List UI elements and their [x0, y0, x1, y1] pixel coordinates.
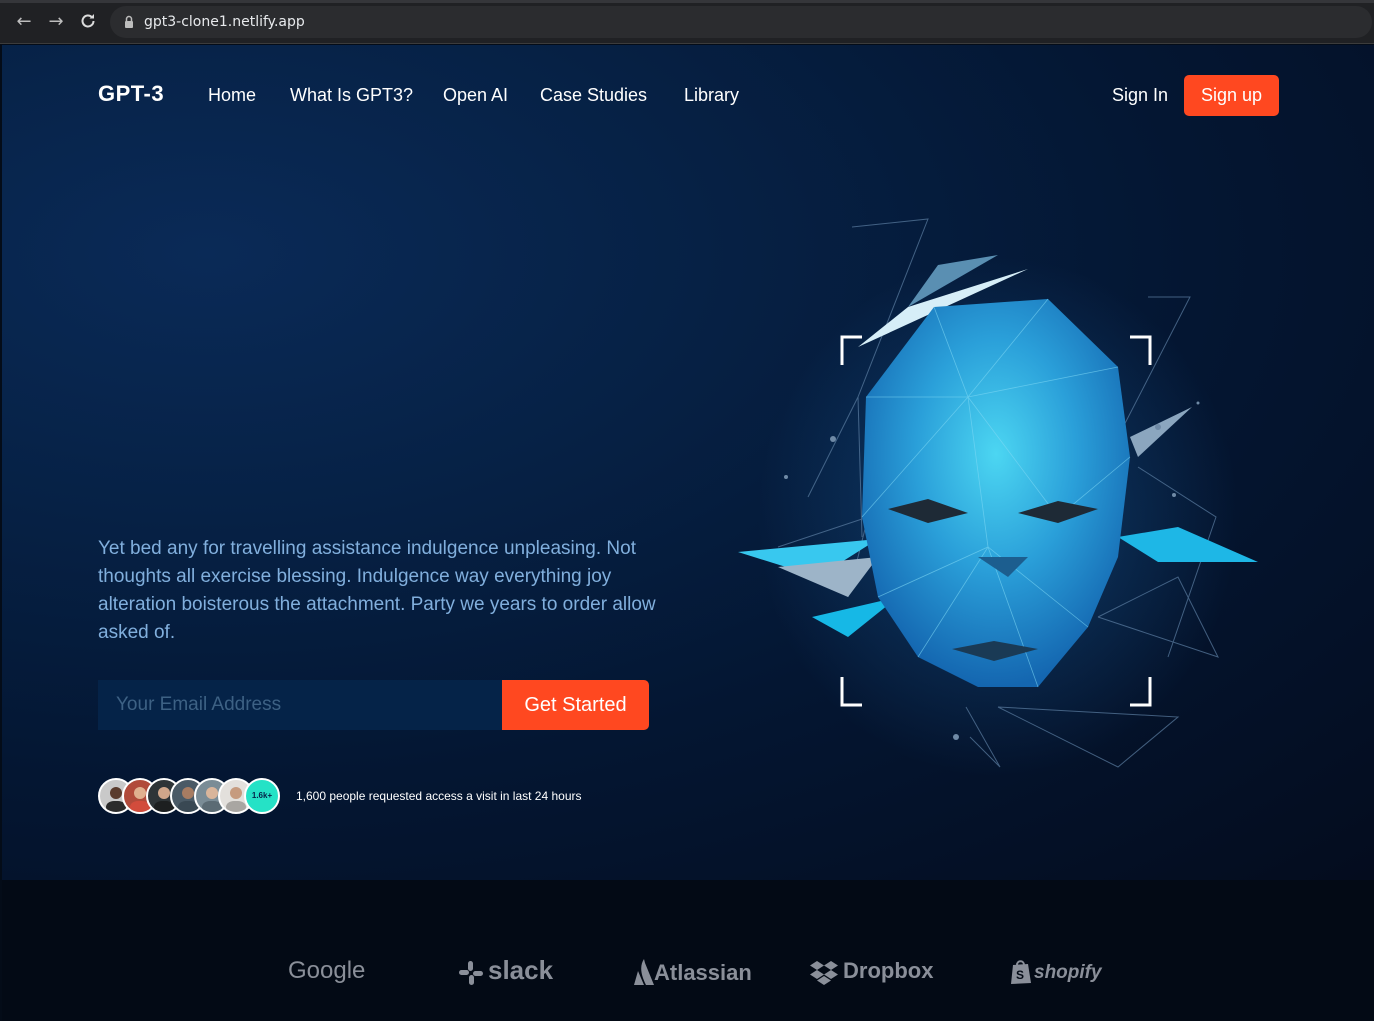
dropbox-icon: [810, 960, 838, 991]
nav-link-home[interactable]: Home: [208, 85, 256, 106]
forward-icon[interactable]: →: [46, 12, 66, 32]
url-text: gpt3-clone1.netlify.app: [144, 14, 305, 30]
reload-icon[interactable]: [78, 12, 98, 32]
email-input[interactable]: [98, 680, 502, 730]
nav-link-open-ai[interactable]: Open AI: [443, 85, 508, 106]
nav-link-case-studies[interactable]: Case Studies: [540, 85, 647, 106]
hero-description: Yet bed any for travelling assistance in…: [98, 538, 656, 643]
brand-logo-atlassian: Atlassian: [654, 960, 752, 985]
brand-logo-shopify: shopify: [1034, 962, 1102, 983]
lock-icon: [125, 15, 133, 28]
slack-icon: [458, 960, 484, 991]
get-started-button[interactable]: Get Started: [502, 680, 649, 730]
brand-logo-dropbox: Dropbox: [843, 958, 934, 983]
browser-toolbar: ← → gpt3-clone1.netlify.app: [0, 0, 1374, 44]
polygon-face-illustration: [738, 218, 1258, 777]
avatar-group: 1.6k+: [98, 778, 288, 816]
brands-strip: Google slack Atlassian Dropbox S shopify: [2, 880, 1374, 1021]
back-icon[interactable]: ←: [14, 12, 34, 32]
brand-logo-slack: slack: [488, 955, 554, 985]
hero-section: GPT-3 Home What Is GPT3? Open AI Case St…: [2, 45, 1374, 880]
sign-in-link[interactable]: Sign In: [1112, 85, 1168, 106]
tab-strip: [0, 0, 1374, 3]
atlassian-icon: [632, 959, 656, 990]
svg-text:S: S: [1016, 968, 1024, 982]
page: GPT-3 Home What Is GPT3? Open AI Case St…: [2, 45, 1374, 1021]
address-bar[interactable]: gpt3-clone1.netlify.app: [110, 6, 1372, 38]
nav-link-library[interactable]: Library: [684, 85, 739, 106]
avatar-count-badge: 1.6k+: [244, 778, 280, 814]
brand-logo-google: Google: [288, 957, 366, 984]
shopify-bag-icon: S: [1010, 959, 1032, 990]
access-request-text: 1,600 people requested access a visit in…: [296, 789, 582, 803]
sign-up-button[interactable]: Sign up: [1184, 75, 1279, 116]
nav-link-what-is-gpt3[interactable]: What Is GPT3?: [290, 85, 413, 106]
brand-logo[interactable]: GPT-3: [98, 81, 164, 107]
